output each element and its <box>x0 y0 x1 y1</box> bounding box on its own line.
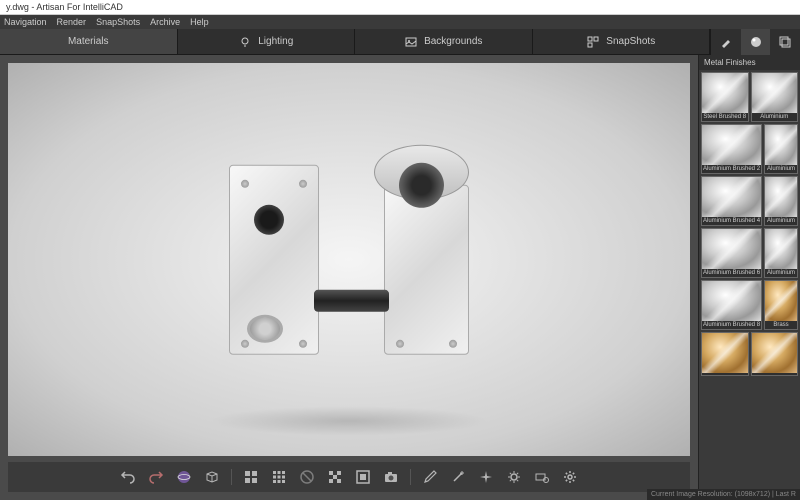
model-bracket-right <box>384 184 469 354</box>
disable-button[interactable] <box>298 468 316 486</box>
grid-9-button[interactable] <box>270 468 288 486</box>
toolbar-divider <box>231 469 232 485</box>
viewport-area <box>0 55 698 500</box>
material-label: Aluminium <box>765 165 797 173</box>
material-swatch[interactable]: Brass <box>764 280 798 330</box>
model-bolt <box>241 339 249 347</box>
title-bar: y.dwg - Artisan For IntelliCAD <box>0 0 800 15</box>
lightbulb-icon <box>238 35 252 49</box>
ground-shadow <box>209 406 489 436</box>
settings-button[interactable] <box>561 468 579 486</box>
right-tab-bar <box>710 29 800 55</box>
model-bolt <box>241 179 249 187</box>
menu-render[interactable]: Render <box>57 17 87 27</box>
material-swatch[interactable]: Aluminium <box>751 72 799 122</box>
tab-snapshots[interactable]: SnapShots <box>533 29 711 54</box>
gear-camera-button[interactable] <box>533 468 551 486</box>
material-label: Aluminium Brushed 6 <box>702 269 761 277</box>
material-swatch[interactable] <box>701 332 749 376</box>
menu-archive[interactable]: Archive <box>150 17 180 27</box>
lighting-label: Lighting <box>258 36 293 47</box>
model-bolt <box>449 339 457 347</box>
model-shaft <box>314 289 389 311</box>
main-area: Metal Finishes Steel Brushed 8 Aluminium… <box>0 55 800 500</box>
toolbar-divider <box>410 469 411 485</box>
material-label: Steel Brushed 8 <box>702 113 748 121</box>
undo-button[interactable] <box>119 468 137 486</box>
material-label <box>702 373 748 375</box>
sphere-icon <box>749 35 763 49</box>
materials-grid: Steel Brushed 8 Aluminium Aluminium Brus… <box>699 70 800 500</box>
camera-button[interactable] <box>382 468 400 486</box>
material-label: Aluminium Brushed 4 <box>702 217 761 225</box>
snapshots-label: SnapShots <box>606 36 655 47</box>
3d-viewport[interactable] <box>8 63 690 456</box>
redo-button[interactable] <box>147 468 165 486</box>
menu-navigation[interactable]: Navigation <box>4 17 47 27</box>
model-hole-lower <box>247 314 283 342</box>
bottom-toolbar <box>8 462 690 492</box>
model-bolt <box>299 339 307 347</box>
tab-lighting[interactable]: Lighting <box>178 29 356 54</box>
right-tab-layers[interactable] <box>770 29 800 55</box>
right-tab-sphere[interactable] <box>741 29 771 55</box>
cube-button[interactable] <box>203 468 221 486</box>
model-hole-upper <box>254 204 284 234</box>
frame-button[interactable] <box>354 468 372 486</box>
material-label: Aluminium <box>765 217 797 225</box>
tab-backgrounds[interactable]: Backgrounds <box>355 29 533 54</box>
snapshots-icon <box>586 35 600 49</box>
3d-model <box>199 124 499 384</box>
materials-panel: Metal Finishes Steel Brushed 8 Aluminium… <box>698 55 800 500</box>
material-label <box>752 373 798 375</box>
backgrounds-label: Backgrounds <box>424 36 482 47</box>
material-swatch[interactable]: Steel Brushed 8 <box>701 72 749 122</box>
material-swatch[interactable] <box>751 332 799 376</box>
image-icon <box>404 35 418 49</box>
model-bolt <box>299 179 307 187</box>
main-tab-bar: Materials Lighting Backgrounds SnapShots <box>0 29 710 55</box>
material-swatch[interactable]: Aluminium Brushed 4 <box>701 176 762 226</box>
brush-icon <box>719 35 733 49</box>
model-wheel-hub <box>399 162 444 207</box>
material-label: Aluminium Brushed 8 <box>702 321 761 329</box>
material-swatch[interactable]: Aluminium Brushed 6 <box>701 228 762 278</box>
checker-button[interactable] <box>326 468 344 486</box>
globe-button[interactable] <box>175 468 193 486</box>
right-tab-brush[interactable] <box>711 29 741 55</box>
material-swatch[interactable]: Aluminium Brushed 2 <box>701 124 762 174</box>
wand-button[interactable] <box>449 468 467 486</box>
grid-4-button[interactable] <box>242 468 260 486</box>
material-swatch[interactable]: Aluminium <box>764 176 798 226</box>
status-bar: Current Image Resolution: (1098x712) | L… <box>647 489 800 500</box>
material-swatch[interactable]: Aluminium <box>764 228 798 278</box>
layers-icon <box>778 35 792 49</box>
tab-materials[interactable]: Materials <box>0 29 178 54</box>
sparkle-button[interactable] <box>477 468 495 486</box>
gear-sun-button[interactable] <box>505 468 523 486</box>
model-bolt <box>396 339 404 347</box>
menu-snapshots[interactable]: SnapShots <box>96 17 140 27</box>
material-label: Aluminium <box>752 113 798 121</box>
menu-help[interactable]: Help <box>190 17 209 27</box>
eyedropper-button[interactable] <box>421 468 439 486</box>
material-swatch[interactable]: Aluminium Brushed 8 <box>701 280 762 330</box>
material-label: Brass <box>765 321 797 329</box>
materials-label: Materials <box>68 36 109 47</box>
material-swatch[interactable]: Aluminium <box>764 124 798 174</box>
panel-header: Metal Finishes <box>699 55 800 70</box>
menu-bar: Navigation Render SnapShots Archive Help <box>0 15 800 29</box>
material-label: Aluminium <box>765 269 797 277</box>
material-label: Aluminium Brushed 2 <box>702 165 761 173</box>
